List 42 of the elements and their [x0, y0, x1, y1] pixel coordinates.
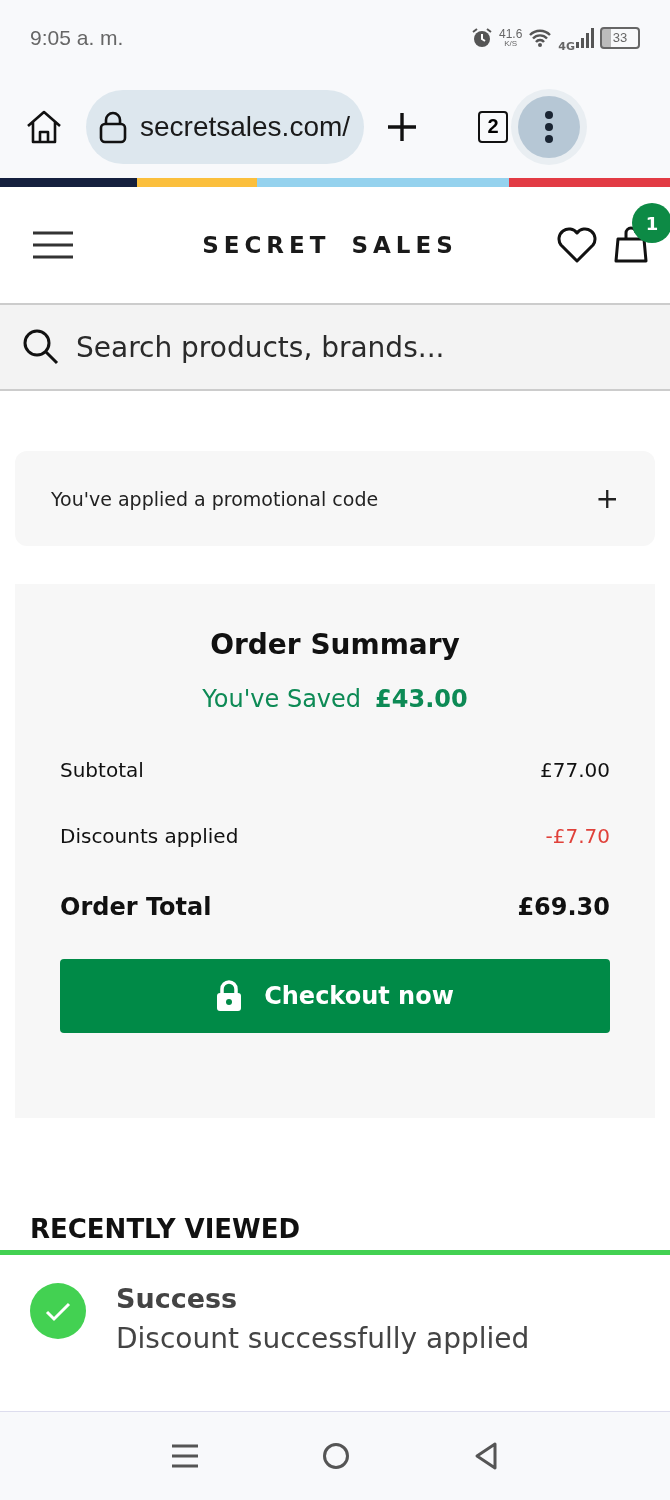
summary-label: Subtotal — [60, 758, 144, 782]
signal-icon — [576, 27, 594, 48]
lock-icon — [98, 109, 128, 144]
network-speed: 41.6 — [498, 27, 523, 40]
saved-label: You've Saved — [202, 685, 362, 713]
network-type: 4G — [558, 40, 575, 53]
recent-apps-icon[interactable] — [172, 1443, 198, 1469]
toast-message: Discount successfully applied — [116, 1322, 530, 1355]
status-time: 9:05 a. m. — [30, 25, 124, 50]
battery-indicator: 33 — [600, 26, 640, 49]
alarm-icon — [470, 26, 493, 49]
home-button-icon[interactable] — [322, 1442, 350, 1470]
search-field[interactable]: Search products, brands... — [0, 305, 670, 391]
summary-value: £69.30 — [517, 893, 610, 921]
tab-count-button[interactable]: 2 — [478, 110, 509, 143]
lock-icon — [216, 980, 243, 1012]
check-circle-icon — [30, 1283, 86, 1339]
menu-icon[interactable] — [32, 230, 74, 260]
cart-count-badge: 1 — [632, 203, 670, 243]
section-heading: RECENTLY VIEWED — [30, 1214, 302, 1244]
wifi-icon — [528, 27, 553, 48]
search-input[interactable]: Search products, brands... — [74, 329, 648, 365]
summary-label: Discounts applied — [60, 824, 239, 848]
saved-amount: £43.00 — [375, 685, 468, 713]
summary-value: £77.00 — [540, 758, 610, 782]
summary-title: Order Summary — [209, 628, 461, 661]
expand-toggle[interactable]: + — [595, 482, 619, 515]
toast-title: Success — [116, 1283, 239, 1314]
promo-label: You've applied a promotional code — [51, 487, 379, 510]
back-icon[interactable] — [474, 1441, 498, 1471]
network-speed-unit: K/S — [504, 39, 518, 48]
summary-value: -£7.70 — [545, 824, 610, 848]
site-logo[interactable]: SECRET SALES — [104, 232, 556, 258]
promo-code-panel[interactable]: You've applied a promotional code + — [15, 451, 655, 546]
url-text: secretsales.com/ — [140, 110, 351, 143]
new-tab-icon[interactable] — [386, 110, 419, 143]
url-bar[interactable]: secretsales.com/ — [86, 89, 365, 164]
heart-icon[interactable] — [556, 226, 598, 264]
checkout-button[interactable]: Checkout now — [60, 959, 610, 1033]
summary-label: Order Total — [60, 893, 212, 921]
more-icon — [544, 109, 555, 144]
search-icon — [22, 328, 60, 366]
